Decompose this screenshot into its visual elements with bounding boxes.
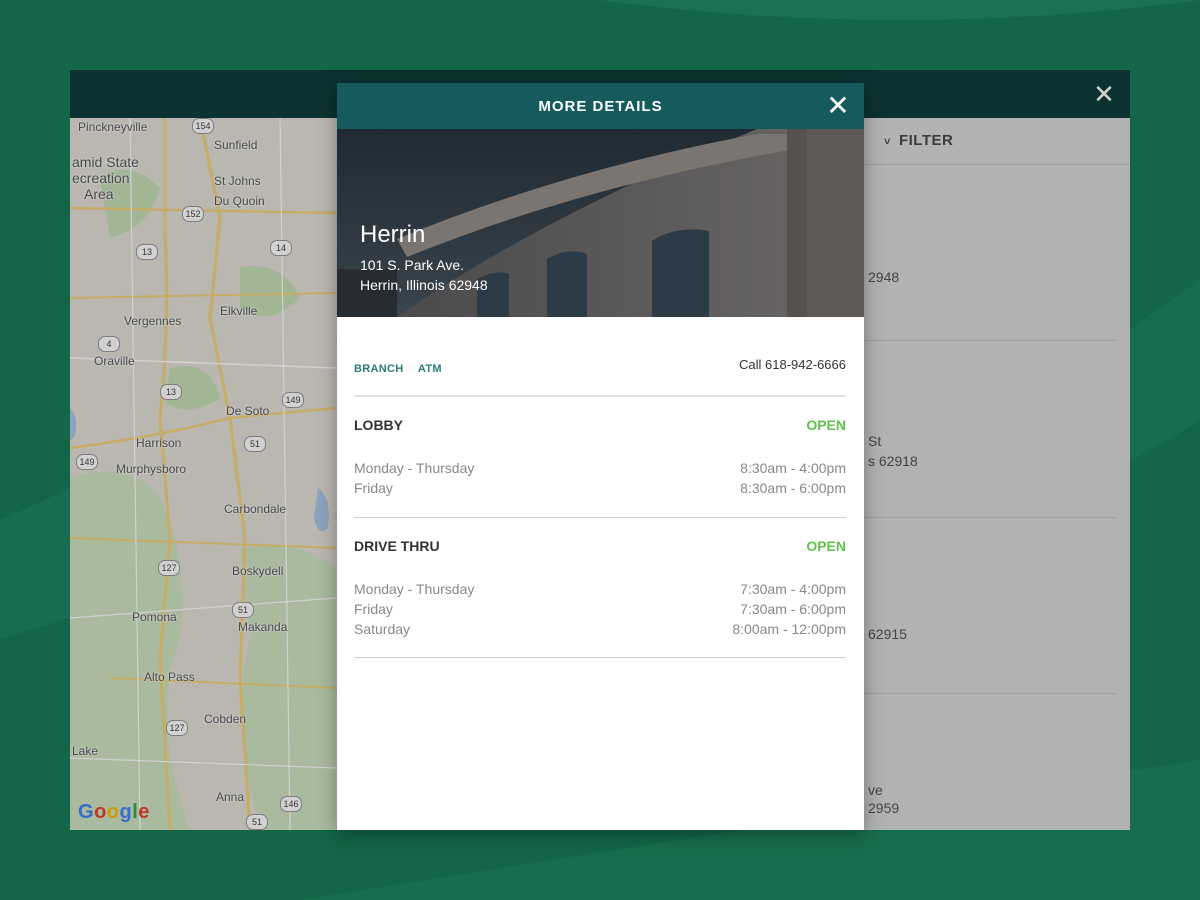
divider	[354, 517, 846, 518]
drive-thru-status-badge: OPEN	[806, 538, 846, 554]
divider	[354, 395, 846, 397]
close-icon[interactable]: ✕	[824, 92, 852, 120]
service-tags: BRANCH ATM	[354, 359, 452, 377]
drive-thru-title: DRIVE THRU	[354, 538, 440, 554]
tag-atm: ATM	[417, 363, 442, 375]
hours-day: Monday - Thursday	[354, 581, 475, 597]
branch-photo: Herrin 101 S. Park Ave. Herrin, Illinois…	[337, 129, 864, 317]
modal-header: MORE DETAILS ✕	[337, 83, 864, 129]
modal-title: MORE DETAILS	[538, 98, 663, 115]
tag-branch: BRANCH	[354, 363, 404, 375]
hours-time: 8:30am - 4:00pm	[740, 460, 846, 476]
lobby-title: LOBBY	[354, 417, 403, 433]
hours-time: 8:30am - 6:00pm	[740, 480, 846, 496]
hours-time: 7:30am - 4:00pm	[740, 581, 846, 597]
hours-day: Monday - Thursday	[354, 460, 475, 476]
hours-day: Friday	[354, 601, 393, 617]
call-link[interactable]: Call 618-942-6666	[739, 357, 846, 372]
details-modal: MORE DETAILS ✕ Herrin 101 S. Park Ave. H…	[337, 83, 864, 830]
hours-time: 7:30am - 6:00pm	[740, 601, 846, 617]
branch-address-line2: Herrin, Illinois 62948	[360, 277, 488, 293]
divider	[354, 657, 846, 658]
lobby-status-badge: OPEN	[806, 417, 846, 433]
hours-day: Saturday	[354, 621, 411, 637]
branch-address-line1: 101 S. Park Ave.	[360, 257, 465, 273]
hours-time: 8:00am - 12:00pm	[732, 621, 846, 637]
hours-day: Friday	[354, 480, 393, 496]
branch-name: Herrin	[360, 221, 426, 248]
